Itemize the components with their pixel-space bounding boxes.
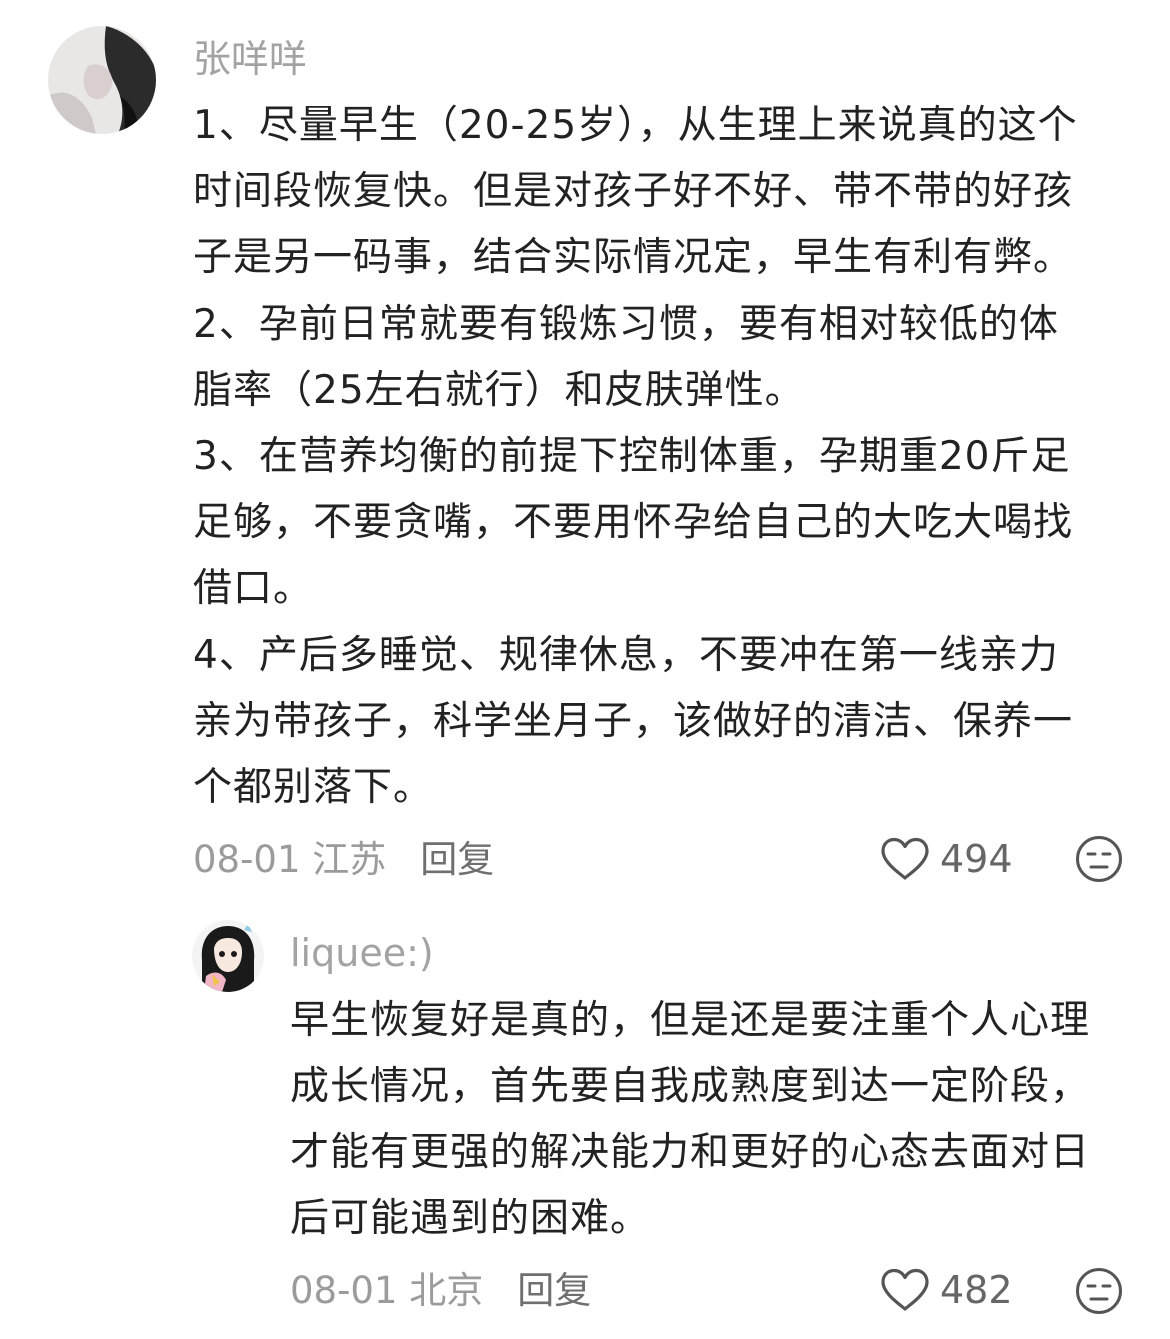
user-avatar[interactable] [192, 920, 264, 992]
reply-username[interactable]: liquee:) [290, 927, 434, 979]
heart-outline-icon [881, 1268, 929, 1311]
reply-meta: 08-01 北京 回复 [290, 1259, 591, 1315]
reply-date-location: 08-01 北京 [290, 1269, 484, 1312]
reply-text: 早生恢复好是真的，但是还是要注重个人心理 成长情况，首先要自我成熟度到达一定阶段… [290, 998, 1091, 1241]
like-count: 482 [940, 1268, 1013, 1312]
avatar-image [192, 920, 264, 992]
unamused-face-icon [1076, 1268, 1122, 1314]
reply-item: liquee:) 早生恢复好是真的，但是还是要注重个人心理 成长情况，首先要自我… [0, 0, 1170, 1339]
dislike-button[interactable] [1075, 1267, 1123, 1319]
like-button[interactable]: 482 [880, 1263, 1013, 1317]
reply-button[interactable]: 回复 [517, 1260, 591, 1314]
